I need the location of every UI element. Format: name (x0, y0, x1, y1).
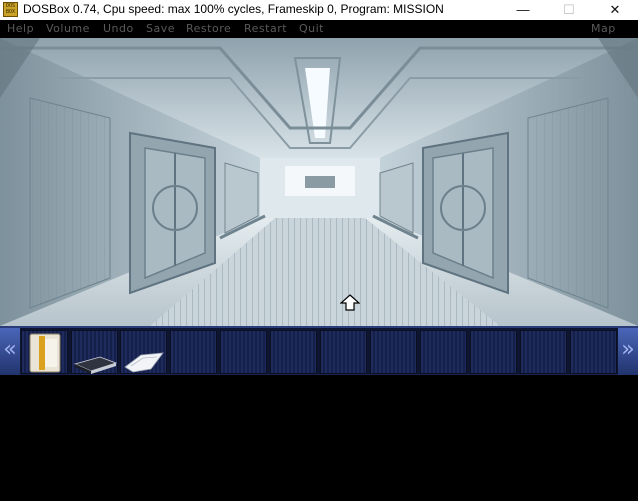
dosbox-icon-text: DOS BOX (5, 3, 16, 15)
inventory-slot-12[interactable] (570, 330, 617, 374)
inventory-slot-3[interactable] (120, 330, 167, 374)
maximize-button[interactable]: ☐ (546, 0, 592, 20)
inventory-scroll-left-button[interactable]: « (0, 328, 20, 375)
inventory-scroll-right-button[interactable]: » (618, 328, 638, 375)
menu-restore[interactable]: Restore (186, 22, 231, 35)
menu-restart[interactable]: Restart (244, 22, 287, 35)
close-button[interactable]: ✕ (592, 0, 638, 20)
empty-black-area (0, 375, 638, 501)
inventory-slot-2[interactable] (71, 330, 118, 374)
spaceship-corridor-icon (0, 38, 638, 326)
inventory-bar: « » (0, 326, 638, 375)
inventory-slot-10[interactable] (470, 330, 517, 374)
window-titlebar[interactable]: DOS BOX DOSBox 0.74, Cpu speed: max 100%… (0, 0, 638, 20)
inventory-slot-9[interactable] (420, 330, 467, 374)
inventory-slot-4[interactable] (170, 330, 217, 374)
game-menu-bar: Help Volume Undo Save Restore Restart Qu… (0, 20, 638, 38)
menu-save[interactable]: Save (146, 22, 175, 35)
paper-icon (124, 352, 164, 373)
walk-forward-arrow-icon (340, 294, 360, 311)
menu-quit[interactable]: Quit (299, 22, 324, 35)
menu-undo[interactable]: Undo (103, 22, 134, 35)
book-icon (73, 356, 118, 374)
id-card-icon (29, 333, 61, 373)
menu-help[interactable]: Help (7, 22, 34, 35)
inventory-slot-7[interactable] (320, 330, 367, 374)
inventory-slot-1[interactable] (21, 330, 68, 374)
game-viewport[interactable] (0, 38, 638, 326)
inventory-slot-11[interactable] (520, 330, 567, 374)
minimize-button[interactable]: — (500, 0, 546, 20)
inventory-slot-8[interactable] (370, 330, 417, 374)
menu-volume[interactable]: Volume (46, 22, 90, 35)
inventory-slot-6[interactable] (270, 330, 317, 374)
window-title: DOSBox 0.74, Cpu speed: max 100% cycles,… (23, 2, 444, 16)
menu-map[interactable]: Map (591, 22, 616, 35)
inventory-slot-5[interactable] (220, 330, 267, 374)
dosbox-icon: DOS BOX (3, 2, 18, 17)
